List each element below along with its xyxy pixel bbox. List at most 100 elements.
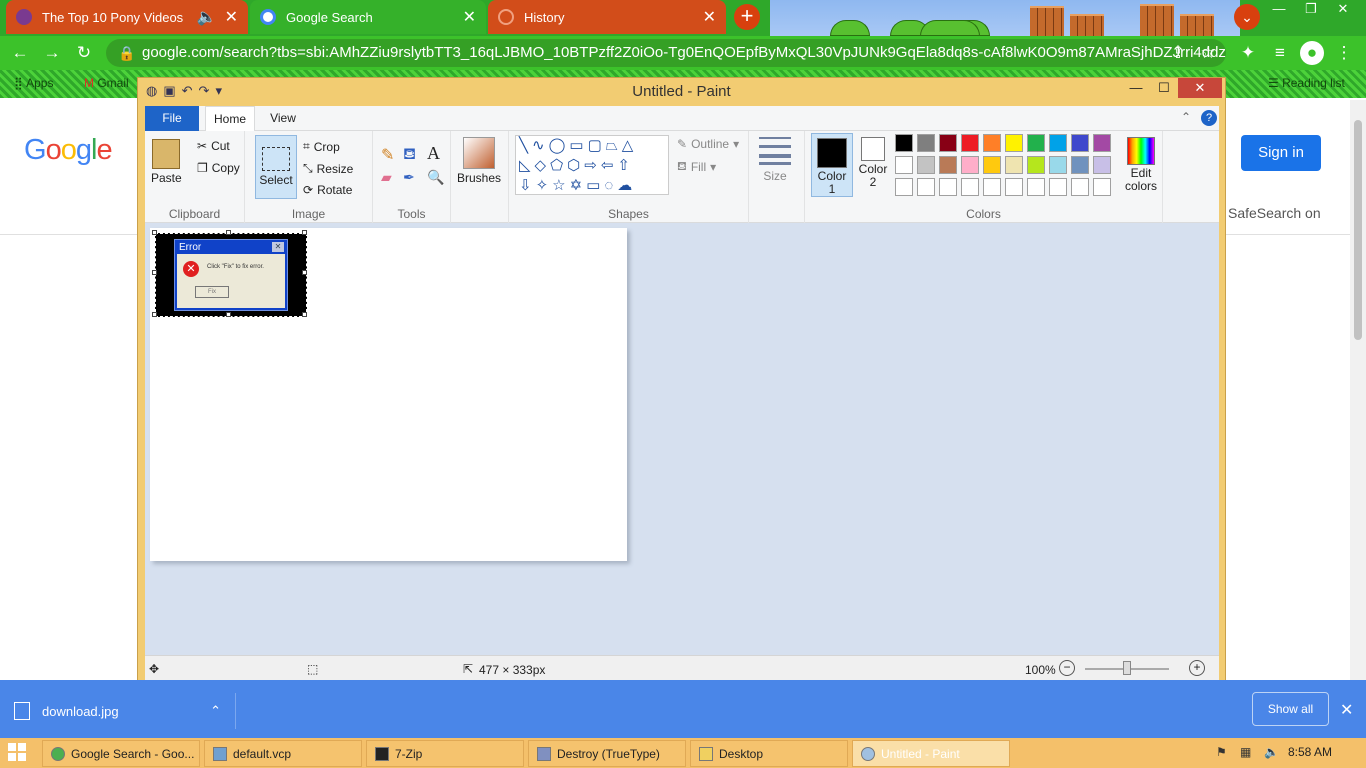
show-all-button[interactable]: Show all (1252, 692, 1329, 726)
taskbar-chrome[interactable]: Google Search - Goo... (42, 740, 200, 767)
clock[interactable]: 8:58 AM (1288, 745, 1332, 759)
cut-button[interactable]: ✂ Cut (197, 139, 230, 153)
fill-bucket-icon[interactable]: ⛾ (403, 145, 416, 165)
custom-color-slot[interactable] (961, 178, 979, 196)
network-icon[interactable]: ▦ (1240, 745, 1251, 759)
rotate-button[interactable]: ⟳ Rotate (303, 183, 352, 197)
tab-google-search[interactable]: Google Search ✕ (250, 0, 486, 34)
shapes-gallery[interactable]: ╲∿◯▭▢⏢△ ◺◇⬠⬡⇨⇦⇧ ⇩✧☆✡▭◌☁ (515, 135, 669, 195)
profile-avatar[interactable]: ● (1300, 41, 1324, 65)
undo-icon[interactable]: ↶ (182, 83, 193, 99)
scrollbar-thumb[interactable] (1354, 120, 1362, 340)
rounded-rect-icon[interactable]: ▢ (588, 137, 606, 154)
taskbar-destroy-font[interactable]: Destroy (TrueType) (528, 740, 686, 767)
resize-handle[interactable] (152, 270, 157, 275)
palette-swatch[interactable] (1027, 134, 1045, 152)
close-window-icon[interactable]: ✕ (1326, 0, 1360, 20)
paint-maximize-icon[interactable]: ☐ (1150, 78, 1178, 98)
palette-swatch[interactable] (961, 134, 979, 152)
copy-button[interactable]: ❐ Copy (197, 161, 240, 175)
zoom-slider-thumb[interactable] (1123, 661, 1131, 675)
six-star-icon[interactable]: ✡ (570, 177, 587, 194)
right-arrow-icon[interactable]: ⇨ (584, 157, 601, 174)
palette-swatch[interactable] (1093, 134, 1111, 152)
zoom-out-icon[interactable]: − (1059, 660, 1075, 676)
reload-icon[interactable]: ↻ (72, 41, 96, 65)
paste-button[interactable]: Paste (151, 139, 182, 185)
pencil-icon[interactable]: ✎ (381, 145, 394, 165)
page-scrollbar[interactable] (1350, 100, 1366, 680)
diamond-icon[interactable]: ◇ (535, 157, 551, 174)
down-arrow-icon[interactable]: ⇩ (519, 177, 536, 194)
speaker-icon[interactable]: 🔈 (197, 7, 217, 27)
palette-swatch[interactable] (1005, 134, 1023, 152)
triangle-icon[interactable]: △ (622, 137, 638, 154)
brushes-button[interactable]: Brushes (457, 137, 501, 185)
tab-history[interactable]: History ✕ (488, 0, 726, 34)
palette-swatch[interactable] (1049, 134, 1067, 152)
tab-home[interactable]: Home (205, 106, 255, 131)
pasted-selection[interactable]: Error ✕ ✕ Click "Fix" to fix error. Fix (155, 233, 307, 317)
help-icon[interactable]: ? (1201, 110, 1217, 126)
canvas-area[interactable]: Error ✕ ✕ Click "Fix" to fix error. Fix (145, 223, 1219, 655)
resize-handle[interactable] (302, 312, 307, 317)
extensions-icon[interactable]: ✦ (1236, 41, 1260, 65)
color-picker-icon[interactable]: ✒ (403, 169, 415, 186)
close-tab-icon[interactable]: ✕ (703, 7, 716, 27)
close-tab-icon[interactable]: ✕ (463, 7, 476, 27)
right-triangle-icon[interactable]: ◺ (519, 157, 535, 174)
redo-icon[interactable]: ↷ (199, 83, 210, 99)
palette-swatch[interactable] (917, 134, 935, 152)
file-tab[interactable]: File (145, 106, 199, 131)
new-tab-button[interactable]: + (734, 4, 760, 30)
fill-button[interactable]: ⛾ Fill ▾ (677, 159, 716, 175)
sign-in-button[interactable]: Sign in (1241, 135, 1321, 171)
palette-swatch[interactable] (895, 156, 913, 174)
media-icon[interactable]: ≡ (1268, 41, 1292, 65)
custom-color-slot[interactable] (895, 178, 913, 196)
google-logo[interactable]: Google (24, 134, 113, 167)
zoom-in-icon[interactable]: + (1189, 660, 1205, 676)
custom-color-slot[interactable] (939, 178, 957, 196)
share-icon[interactable]: ⇪ (1166, 41, 1190, 65)
five-star-icon[interactable]: ☆ (552, 177, 569, 194)
resize-handle[interactable] (152, 230, 157, 235)
start-button[interactable] (8, 743, 28, 763)
pentagon-icon[interactable]: ⬠ (550, 157, 567, 174)
taskbar-default-vcp[interactable]: default.vcp (204, 740, 362, 767)
palette-swatch[interactable] (1049, 156, 1067, 174)
four-star-icon[interactable]: ✧ (536, 177, 553, 194)
gmail-bookmark[interactable]: M Gmail (84, 76, 129, 90)
palette-swatch[interactable] (1071, 156, 1089, 174)
paint-minimize-icon[interactable]: — (1122, 78, 1150, 98)
palette-swatch[interactable] (939, 134, 957, 152)
line-shape-icon[interactable]: ╲ (519, 137, 532, 154)
color1-button[interactable]: Color 1 (811, 133, 853, 197)
collapse-ribbon-icon[interactable]: ⌃ (1181, 110, 1191, 124)
custom-color-slot[interactable] (917, 178, 935, 196)
tab-view[interactable]: View (263, 106, 303, 131)
paint-close-button[interactable]: ✕ (1178, 78, 1222, 98)
curve-shape-icon[interactable]: ∿ (532, 137, 549, 154)
crop-button[interactable]: ⌗ Crop (303, 139, 340, 154)
restore-icon[interactable]: ❐ (1294, 0, 1328, 20)
drawing-canvas[interactable]: Error ✕ ✕ Click "Fix" to fix error. Fix (150, 228, 627, 561)
download-menu-chevron-icon[interactable]: ⌃ (210, 703, 221, 719)
custom-color-slot[interactable] (1005, 178, 1023, 196)
oval-shape-icon[interactable]: ◯ (549, 137, 570, 154)
resize-handle[interactable] (152, 312, 157, 317)
palette-swatch[interactable] (1027, 156, 1045, 174)
palette-swatch[interactable] (983, 134, 1001, 152)
outline-button[interactable]: ✎ Outline ▾ (677, 137, 739, 151)
palette-swatch[interactable] (1093, 156, 1111, 174)
resize-handle[interactable] (226, 312, 231, 317)
volume-icon[interactable]: 🔈 (1264, 745, 1279, 759)
forward-icon[interactable]: → (40, 41, 64, 65)
palette-swatch[interactable] (917, 156, 935, 174)
custom-color-slot[interactable] (1049, 178, 1067, 196)
safesearch-status[interactable]: SafeSearch on (1228, 205, 1321, 221)
action-center-icon[interactable]: ⚑ (1216, 745, 1227, 759)
taskbar-7zip[interactable]: 7-Zip (366, 740, 524, 767)
resize-handle[interactable] (226, 230, 231, 235)
tab-search-chevron-icon[interactable]: ⌄ (1234, 4, 1260, 30)
